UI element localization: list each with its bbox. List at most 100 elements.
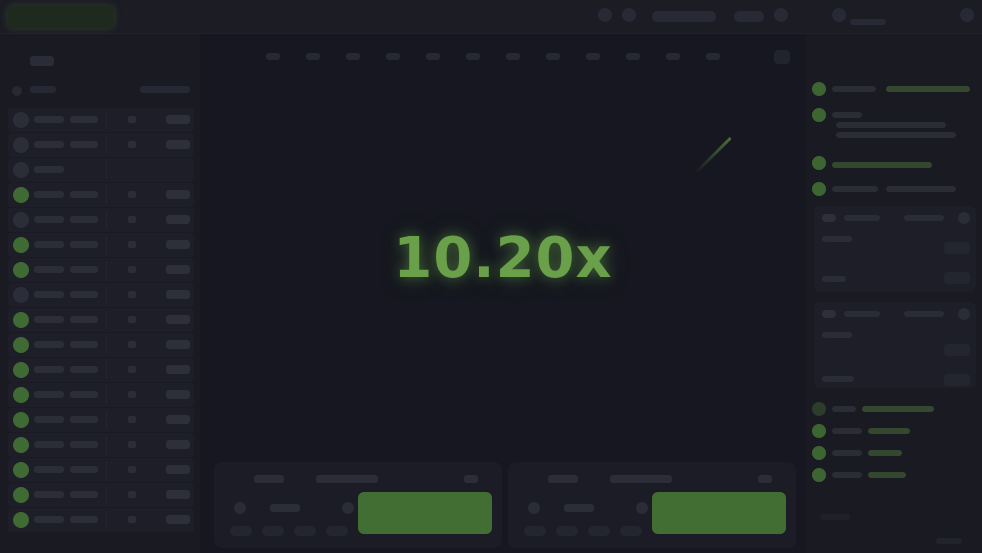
bet-row xyxy=(8,383,194,407)
bet-panel-1 xyxy=(214,462,502,548)
bet-row xyxy=(8,208,194,232)
bet-mode-tabs xyxy=(526,472,776,486)
history-chip[interactable] xyxy=(666,53,680,60)
avatar xyxy=(13,212,29,228)
panel-toggle[interactable] xyxy=(464,475,478,483)
tab-bet[interactable] xyxy=(548,475,578,483)
bet-row-amount xyxy=(70,141,98,148)
chat-input[interactable] xyxy=(820,514,850,520)
history-chip[interactable] xyxy=(346,53,360,60)
bet-row xyxy=(8,258,194,282)
decrease-stake-button[interactable] xyxy=(528,502,540,514)
close-icon[interactable] xyxy=(960,8,974,22)
multiplier-history xyxy=(200,50,806,64)
quick-stake-button[interactable] xyxy=(620,526,642,536)
chat-message xyxy=(836,132,956,138)
currency-label xyxy=(734,11,764,22)
quick-stake-button[interactable] xyxy=(230,526,252,536)
previous-hand-button[interactable] xyxy=(140,86,190,93)
user-icon[interactable] xyxy=(832,8,846,22)
history-chip[interactable] xyxy=(266,53,280,60)
shared-bet-card-amount xyxy=(904,215,944,221)
bet-row xyxy=(8,358,194,382)
bet-row-name xyxy=(34,191,64,198)
bet-row-name xyxy=(34,216,64,223)
quick-stake-button[interactable] xyxy=(588,526,610,536)
stake-input[interactable] xyxy=(564,504,594,512)
quick-stake-button[interactable] xyxy=(326,526,348,536)
close-icon[interactable] xyxy=(958,308,970,320)
flight-trail xyxy=(694,136,732,175)
close-icon[interactable] xyxy=(958,212,970,224)
history-chip[interactable] xyxy=(626,53,640,60)
chat-username xyxy=(832,450,862,456)
help-icon[interactable] xyxy=(598,8,612,22)
chat-message xyxy=(868,472,906,478)
stake-input[interactable] xyxy=(270,504,300,512)
avatar xyxy=(812,424,826,438)
bet-row-separator xyxy=(106,511,107,529)
avatar xyxy=(812,82,826,96)
emoji-icon[interactable] xyxy=(936,538,962,544)
history-chip[interactable] xyxy=(506,53,520,60)
history-chip[interactable] xyxy=(466,53,480,60)
shared-bet-card-player xyxy=(844,215,880,221)
history-chip[interactable] xyxy=(386,53,400,60)
tab-all-bets[interactable] xyxy=(30,56,54,66)
shared-bet-card-bet-value xyxy=(944,344,970,356)
place-bet-button[interactable] xyxy=(358,492,492,534)
history-chip[interactable] xyxy=(426,53,440,60)
bet-row xyxy=(8,408,194,432)
tab-auto[interactable] xyxy=(316,475,378,483)
bet-row-amount xyxy=(70,241,98,248)
history-chip[interactable] xyxy=(546,53,560,60)
increase-stake-button[interactable] xyxy=(636,502,648,514)
players-icon xyxy=(12,86,22,96)
bet-mode-tabs xyxy=(232,472,482,486)
bet-row-separator xyxy=(106,211,107,229)
history-expand-button[interactable] xyxy=(774,50,790,64)
bet-row xyxy=(8,183,194,207)
bet-row-payout xyxy=(166,490,190,499)
chat-message xyxy=(832,162,932,168)
bet-row-name xyxy=(34,516,64,523)
bet-row-payout xyxy=(166,265,190,274)
bet-row-amount xyxy=(70,366,98,373)
shared-bet-card[interactable] xyxy=(814,206,976,292)
shared-bet-card[interactable] xyxy=(814,302,976,388)
history-chip[interactable] xyxy=(306,53,320,60)
shared-bet-card-bet-label xyxy=(822,332,852,338)
place-bet-button[interactable] xyxy=(652,492,786,534)
game-logo[interactable] xyxy=(8,6,114,28)
avatar xyxy=(13,137,29,153)
quick-stake-button[interactable] xyxy=(262,526,284,536)
shared-bet-card-bet-label xyxy=(822,236,852,242)
crash-game-app: 10.20x xyxy=(0,0,982,553)
menu-icon[interactable] xyxy=(774,8,788,22)
bet-row-name xyxy=(34,141,64,148)
bet-row-name xyxy=(34,491,64,498)
bet-row-payout xyxy=(166,365,190,374)
history-chip[interactable] xyxy=(586,53,600,60)
quick-stake-button[interactable] xyxy=(556,526,578,536)
increase-stake-button[interactable] xyxy=(342,502,354,514)
bets-header xyxy=(8,84,194,96)
history-chip[interactable] xyxy=(706,53,720,60)
bet-row-separator xyxy=(106,286,107,304)
bet-row-separator xyxy=(106,386,107,404)
decrease-stake-button[interactable] xyxy=(234,502,246,514)
bets-list xyxy=(8,108,194,533)
tab-auto[interactable] xyxy=(610,475,672,483)
bet-row-payout xyxy=(166,215,190,224)
bet-row-multiplier xyxy=(128,441,136,448)
bet-row-amount xyxy=(70,216,98,223)
chat-username xyxy=(832,112,862,118)
bet-row xyxy=(8,308,194,332)
bet-row-separator xyxy=(106,161,107,179)
tab-bet[interactable] xyxy=(254,475,284,483)
panel-toggle[interactable] xyxy=(758,475,772,483)
quick-stake-button[interactable] xyxy=(294,526,316,536)
sound-icon[interactable] xyxy=(622,8,636,22)
bet-row-multiplier xyxy=(128,116,136,123)
quick-stake-button[interactable] xyxy=(524,526,546,536)
